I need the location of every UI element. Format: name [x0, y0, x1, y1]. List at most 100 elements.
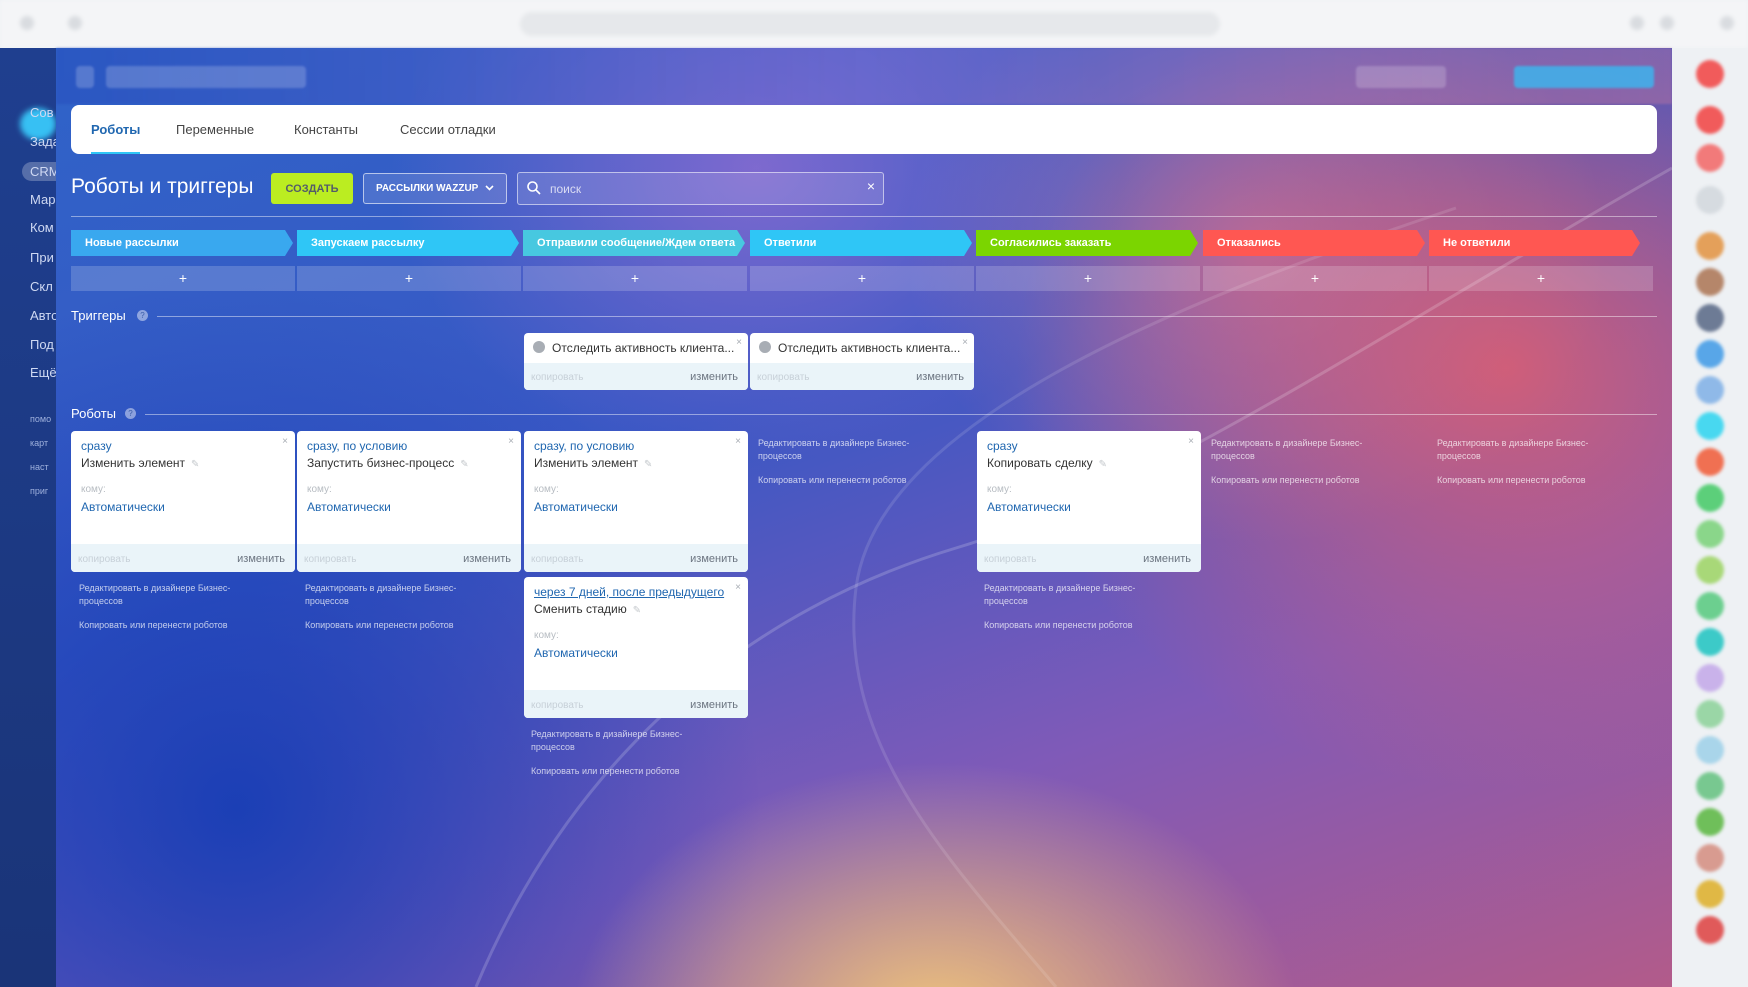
robot-timing[interactable]: сразу: [987, 439, 1018, 453]
sidebar-item[interactable]: Авто: [30, 308, 56, 323]
sidebar-item-crm[interactable]: CRM: [22, 162, 56, 181]
robot-timing[interactable]: сразу, по условию: [534, 439, 634, 453]
robot-timing[interactable]: сразу: [81, 439, 112, 453]
copy-move-robots-link[interactable]: Копировать или перенести роботов: [531, 765, 711, 778]
edit-in-designer-link[interactable]: Редактировать в дизайнере Бизнес-процесс…: [1437, 437, 1617, 463]
copy-link[interactable]: копировать: [304, 554, 357, 565]
edit-in-designer-link[interactable]: Редактировать в дизайнере Бизнес-процесс…: [984, 582, 1164, 608]
stage-header[interactable]: Не ответили: [1429, 230, 1640, 256]
sidebar-small-item[interactable]: приг: [30, 486, 48, 496]
sidebar-small-item[interactable]: наст: [30, 462, 49, 472]
close-icon[interactable]: ×: [508, 436, 514, 447]
avatar[interactable]: [1696, 448, 1724, 476]
edit-in-designer-link[interactable]: Редактировать в дизайнере Бизнес-процесс…: [79, 582, 259, 608]
trigger-card[interactable]: Отследить активность клиента... × копиро…: [750, 333, 974, 390]
pencil-icon[interactable]: ✎: [633, 605, 641, 616]
robot-timing[interactable]: сразу, по условию: [307, 439, 407, 453]
avatar[interactable]: [1696, 916, 1724, 944]
copy-move-robots-link[interactable]: Копировать или перенести роботов: [758, 474, 938, 487]
pencil-icon[interactable]: ✎: [191, 459, 199, 470]
add-robot-button[interactable]: +: [71, 266, 295, 291]
copy-link[interactable]: копировать: [531, 372, 584, 383]
avatar[interactable]: [1696, 556, 1724, 584]
stage-header[interactable]: Отказались: [1203, 230, 1425, 256]
avatar[interactable]: [1696, 700, 1724, 728]
close-icon[interactable]: ×: [962, 337, 968, 348]
profile-icon[interactable]: [1660, 16, 1674, 30]
pencil-icon[interactable]: ✎: [460, 459, 468, 470]
avatar[interactable]: [1696, 664, 1724, 692]
edit-link[interactable]: изменить: [1143, 553, 1191, 565]
avatar[interactable]: [1696, 412, 1724, 440]
tab-debug-sessions[interactable]: Сессии отладки: [400, 105, 496, 154]
avatar[interactable]: [1696, 772, 1724, 800]
robot-card[interactable]: сразу Изменить элемент ✎ кому: Автоматиче…: [71, 431, 295, 572]
notifications-icon[interactable]: [1696, 60, 1724, 88]
chat-icon[interactable]: [1696, 106, 1724, 134]
copy-link[interactable]: копировать: [531, 554, 584, 565]
avatar[interactable]: [1696, 376, 1724, 404]
edit-link[interactable]: изменить: [690, 371, 738, 383]
add-robot-button[interactable]: +: [1429, 266, 1653, 291]
add-robot-button[interactable]: +: [976, 266, 1200, 291]
copy-link[interactable]: копировать: [78, 554, 131, 565]
pencil-icon[interactable]: ✎: [644, 459, 652, 470]
edit-in-designer-link[interactable]: Редактировать в дизайнере Бизнес-процесс…: [758, 437, 938, 463]
header-button-ghost[interactable]: [1356, 66, 1446, 88]
robot-card[interactable]: через 7 дней, после предыдущего Сменить …: [524, 577, 748, 718]
avatar[interactable]: [1696, 340, 1724, 368]
close-icon[interactable]: ×: [735, 582, 741, 593]
trigger-card[interactable]: Отследить активность клиента... × копиро…: [524, 333, 748, 390]
edit-link[interactable]: изменить: [237, 553, 285, 565]
edit-in-designer-link[interactable]: Редактировать в дизайнере Бизнес-процесс…: [305, 582, 485, 608]
sidebar-item[interactable]: Зада: [30, 134, 56, 149]
copy-link[interactable]: копировать: [984, 554, 1037, 565]
stage-header[interactable]: Ответили: [750, 230, 972, 256]
tab-constants[interactable]: Константы: [294, 105, 358, 154]
copy-move-robots-link[interactable]: Копировать или перенести роботов: [79, 619, 259, 632]
tasks-icon[interactable]: [1696, 144, 1724, 172]
avatar[interactable]: [1696, 628, 1724, 656]
tab-variables[interactable]: Переменные: [176, 105, 254, 154]
back-icon[interactable]: [20, 16, 34, 30]
robot-card[interactable]: сразу Копировать сделку ✎ кому: Автоматич…: [977, 431, 1201, 572]
copy-move-robots-link[interactable]: Копировать или перенести роботов: [1211, 474, 1391, 487]
avatar[interactable]: [1696, 304, 1724, 332]
help-icon[interactable]: ?: [125, 408, 136, 419]
clear-search-icon[interactable]: ×: [867, 178, 875, 194]
stage-header[interactable]: Отправили сообщение/Ждем ответа: [523, 230, 745, 256]
copy-link[interactable]: копировать: [757, 372, 810, 383]
stage-header[interactable]: Новые рассылки: [71, 230, 293, 256]
menu-icon[interactable]: [1720, 16, 1734, 30]
sidebar-item[interactable]: Скл: [30, 279, 53, 294]
avatar[interactable]: [1696, 736, 1724, 764]
robot-timing[interactable]: через 7 дней, после предыдущего: [534, 585, 724, 599]
forward-icon[interactable]: [68, 16, 82, 30]
create-button[interactable]: СОЗДАТЬ: [271, 173, 353, 204]
extension-icon[interactable]: [1630, 16, 1644, 30]
stage-header[interactable]: Согласились заказать: [976, 230, 1198, 256]
close-icon[interactable]: ×: [282, 436, 288, 447]
header-cta-ghost[interactable]: [1514, 66, 1654, 88]
sidebar-item[interactable]: Мар: [30, 192, 55, 207]
close-icon[interactable]: ×: [735, 436, 741, 447]
sidebar-small-item[interactable]: помо: [30, 414, 51, 424]
close-icon[interactable]: ×: [1188, 436, 1194, 447]
add-robot-button[interactable]: +: [1203, 266, 1427, 291]
edit-in-designer-link[interactable]: Редактировать в дизайнере Бизнес-процесс…: [1211, 437, 1391, 463]
avatar[interactable]: [1696, 592, 1724, 620]
help-icon[interactable]: ?: [137, 310, 148, 321]
avatar[interactable]: [1696, 808, 1724, 836]
add-robot-button[interactable]: +: [523, 266, 747, 291]
copy-link[interactable]: копировать: [531, 700, 584, 711]
sidebar-item[interactable]: При: [30, 250, 54, 265]
copy-move-robots-link[interactable]: Копировать или перенести роботов: [1437, 474, 1617, 487]
sidebar-item[interactable]: Под: [30, 337, 54, 352]
edit-in-designer-link[interactable]: Редактировать в дизайнере Бизнес-процесс…: [531, 728, 711, 754]
search-icon[interactable]: [1696, 186, 1724, 214]
edit-link[interactable]: изменить: [916, 371, 964, 383]
star-icon[interactable]: [76, 66, 94, 88]
avatar[interactable]: [1696, 484, 1724, 512]
avatar[interactable]: [1696, 520, 1724, 548]
avatar[interactable]: [1696, 844, 1724, 872]
